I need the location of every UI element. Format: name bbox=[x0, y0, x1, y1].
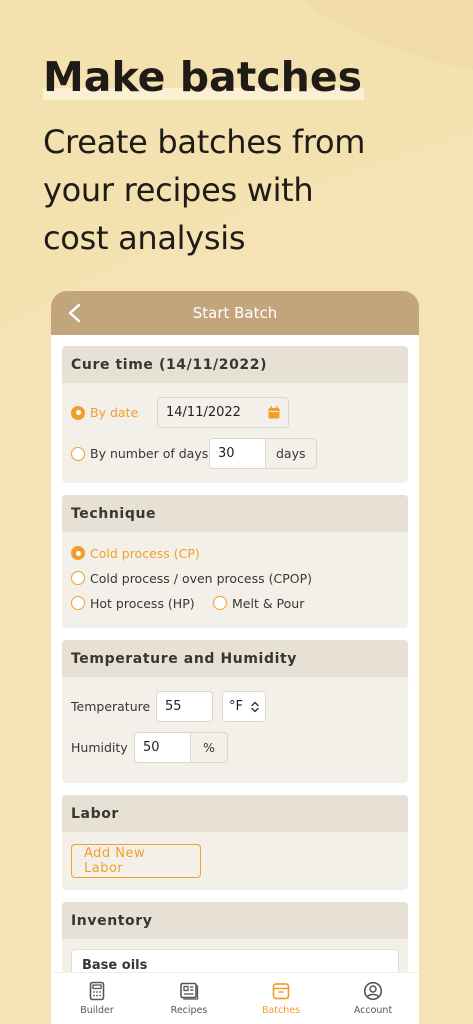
form-content: Cure time (14/11/2022) By date 14/11/202… bbox=[51, 335, 419, 1001]
by-date-radio[interactable] bbox=[71, 405, 85, 420]
tab-bar: Builder Recipes Batches Account bbox=[51, 972, 419, 1024]
environment-header: Temperature and Humidity bbox=[62, 640, 408, 677]
by-days-label: By number of days bbox=[90, 446, 209, 461]
tab-builder[interactable]: Builder bbox=[51, 973, 143, 1024]
by-days-radio[interactable] bbox=[71, 446, 85, 461]
promo-headline: Make batches Create batches from your re… bbox=[43, 52, 463, 262]
base-oils-label: Base oils bbox=[82, 958, 148, 973]
chevron-left-icon[interactable] bbox=[65, 302, 85, 324]
temperature-label: Temperature bbox=[71, 699, 151, 714]
cure-time-card: Cure time (14/11/2022) By date 14/11/202… bbox=[62, 346, 408, 483]
technique-radio-cpop[interactable] bbox=[71, 571, 85, 585]
labor-header: Labor bbox=[62, 795, 408, 832]
technique-header: Technique bbox=[62, 495, 408, 532]
promo-subtitle: Create batches from your recipes with co… bbox=[43, 118, 463, 262]
technique-label-hp: Hot process (HP) bbox=[90, 595, 195, 611]
add-labor-button[interactable]: Add New Labor bbox=[71, 844, 201, 878]
humidity-unit: % bbox=[191, 732, 228, 763]
technique-label-mp: Melt & Pour bbox=[232, 595, 305, 611]
date-value: 14/11/2022 bbox=[166, 405, 241, 420]
tab-recipes-label: Recipes bbox=[170, 1005, 208, 1016]
tab-account-label: Account bbox=[353, 1005, 393, 1016]
by-date-label: By date bbox=[90, 405, 139, 420]
chevron-updown-icon bbox=[251, 701, 259, 712]
technique-label-cp: Cold process (CP) bbox=[90, 545, 200, 561]
user-circle-icon bbox=[363, 981, 383, 1001]
days-input[interactable]: 30 bbox=[209, 438, 266, 469]
temperature-unit: °F bbox=[229, 699, 243, 714]
temperature-input[interactable]: 55 bbox=[156, 691, 213, 722]
tab-builder-label: Builder bbox=[80, 1005, 114, 1016]
promo-subtitle-line: cost analysis bbox=[43, 219, 246, 257]
technique-label-cpop: Cold process / oven process (CPOP) bbox=[90, 570, 312, 586]
cure-time-header: Cure time (14/11/2022) bbox=[62, 346, 408, 383]
technique-radio-mp[interactable] bbox=[213, 596, 227, 610]
tab-recipes[interactable]: Recipes bbox=[143, 973, 235, 1024]
technique-radio-hp[interactable] bbox=[71, 596, 85, 610]
app-screen: Start Batch Cure time (14/11/2022) By da… bbox=[51, 291, 419, 1024]
inventory-header: Inventory bbox=[62, 902, 408, 939]
days-unit: days bbox=[266, 438, 317, 469]
tab-batches[interactable]: Batches bbox=[235, 973, 327, 1024]
recipe-book-icon bbox=[180, 982, 199, 1000]
box-icon bbox=[272, 983, 290, 1000]
environment-card: Temperature and Humidity Temperature 55 … bbox=[62, 640, 408, 783]
tab-batches-label: Batches bbox=[261, 1005, 301, 1016]
technique-radio-cp[interactable] bbox=[71, 546, 85, 560]
humidity-input[interactable]: 50 bbox=[134, 732, 191, 763]
promo-subtitle-line: your recipes with bbox=[43, 171, 314, 209]
date-field[interactable]: 14/11/2022 bbox=[157, 397, 289, 428]
technique-card: Technique Cold process (CP) Cold process… bbox=[62, 495, 408, 628]
promo-title: Make batches bbox=[43, 52, 365, 102]
humidity-label: Humidity bbox=[71, 740, 128, 755]
temperature-unit-select[interactable]: °F bbox=[222, 691, 266, 722]
promo-subtitle-line: Create batches from bbox=[43, 123, 366, 161]
calculator-icon bbox=[89, 981, 105, 1001]
labor-card: Labor Add New Labor bbox=[62, 795, 408, 890]
nav-bar: Start Batch bbox=[51, 291, 419, 335]
tab-account[interactable]: Account bbox=[327, 973, 419, 1024]
nav-title: Start Batch bbox=[192, 304, 278, 322]
calendar-icon bbox=[268, 406, 280, 419]
